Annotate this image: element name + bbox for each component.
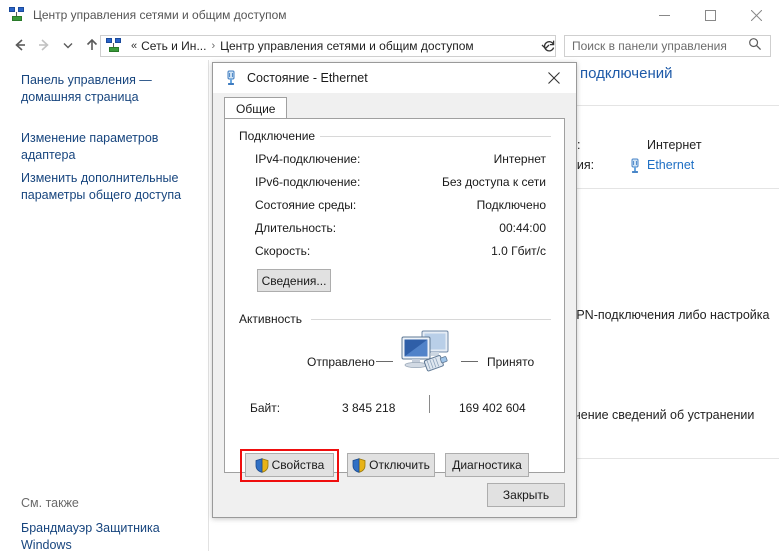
sent-label: Отправлено	[307, 355, 375, 369]
label-duration: Длительность:	[255, 221, 337, 235]
refresh-button[interactable]	[538, 35, 560, 57]
ethernet-icon	[223, 70, 239, 86]
bytes-received-value: 169 402 604	[459, 401, 526, 415]
maximize-button[interactable]	[687, 0, 733, 30]
label-ipv6: IPv6-подключение:	[255, 175, 361, 189]
breadcrumb-separator: ›	[211, 40, 216, 52]
bg-link-ethernet[interactable]: Ethernet	[647, 158, 694, 172]
properties-button[interactable]: Свойства	[245, 453, 334, 477]
search-input[interactable]	[565, 38, 735, 54]
control-panel-window: Центр управления сетями и общим доступом	[0, 0, 779, 551]
sidebar: Панель управления — домашняя страница Из…	[0, 60, 209, 551]
sidebar-item-windows-defender-firewall[interactable]: Брандмауэр Защитника Windows	[21, 520, 191, 551]
minimize-button[interactable]	[641, 0, 687, 30]
bg-divider-middle	[570, 188, 779, 189]
bg-text-troubleshoot: учение сведений об устранении	[568, 408, 755, 422]
breadcrumb-item-current[interactable]: Центр управления сетями и общим доступом	[220, 39, 474, 53]
properties-button-label: Свойства	[271, 458, 325, 472]
connection-group-label: Подключение	[239, 129, 322, 143]
dialog-titlebar: Состояние - Ethernet	[213, 63, 576, 93]
tab-general[interactable]: Общие	[224, 97, 288, 119]
connection-group-line	[320, 136, 551, 137]
dialog-title: Состояние - Ethernet	[247, 71, 368, 85]
disable-button[interactable]: Отключить	[347, 453, 435, 477]
breadcrumb-prefix: «	[131, 40, 138, 52]
diagnose-button[interactable]: Диагностика	[445, 453, 529, 477]
sidebar-item-change-adapter-settings[interactable]: Изменение параметров адаптера	[21, 130, 191, 164]
forward-button[interactable]	[32, 33, 56, 57]
label-ipv4: IPv4-подключение:	[255, 152, 361, 166]
bytes-sent-value: 3 845 218	[342, 401, 396, 415]
activity-group-label: Активность	[239, 312, 309, 326]
network-center-icon	[9, 7, 25, 23]
received-label: Принято	[487, 355, 535, 369]
received-connector-line	[461, 361, 478, 362]
search-box[interactable]	[564, 35, 771, 57]
bg-section-heading: подключений	[580, 65, 673, 82]
uac-shield-icon	[352, 457, 366, 473]
sidebar-item-control-panel-home[interactable]: Панель управления — домашняя страница	[21, 72, 191, 106]
uac-shield-icon	[255, 457, 269, 473]
value-duration: 00:44:00	[499, 221, 546, 235]
ethernet-status-dialog: Состояние - Ethernet Общие Подключение I…	[212, 62, 577, 518]
dialog-tabstrip: Общие	[224, 97, 565, 119]
bg-divider-top	[570, 105, 779, 106]
sidebar-item-advanced-sharing-settings[interactable]: Изменить дополнительные параметры общего…	[21, 170, 191, 204]
network-center-icon	[106, 38, 122, 54]
activity-center-divider	[429, 395, 430, 413]
ethernet-icon	[628, 158, 642, 174]
bg-text-vpn: VPN-подключения либо настройка	[568, 308, 770, 322]
breadcrumb-item-network[interactable]: Сеть и Ин...	[141, 39, 206, 53]
details-button[interactable]: Сведения...	[257, 269, 331, 292]
window-title: Центр управления сетями и общим доступом	[33, 8, 287, 22]
dialog-close-action-button[interactable]: Закрыть	[487, 483, 565, 507]
see-also-label: См. также	[21, 496, 79, 510]
activity-group-line	[311, 319, 551, 320]
bg-divider-bottom	[570, 458, 779, 459]
label-media-state: Состояние среды:	[255, 198, 357, 212]
value-media-state: Подключено	[476, 198, 546, 212]
recent-locations-button[interactable]	[56, 33, 80, 57]
window-controls	[641, 0, 779, 30]
dialog-close-button[interactable]	[532, 63, 576, 93]
label-speed: Скорость:	[255, 244, 311, 258]
value-speed: 1.0 Гбит/с	[491, 244, 546, 258]
address-bar[interactable]: « Сеть и Ин... › Центр управления сетями…	[100, 35, 556, 57]
window-titlebar: Центр управления сетями и общим доступом	[0, 0, 779, 30]
close-button[interactable]	[733, 0, 779, 30]
back-button[interactable]	[8, 33, 32, 57]
bg-value-access-type: Интернет	[647, 138, 702, 152]
value-ipv6: Без доступа к сети	[442, 175, 546, 189]
two-computers-network-icon	[397, 328, 455, 385]
disable-button-label: Отключить	[369, 458, 430, 472]
bytes-label: Байт:	[250, 401, 281, 415]
search-icon	[748, 37, 762, 56]
tab-page-general: Подключение IPv4-подключение: Интернет I…	[224, 118, 565, 482]
sent-connector-line	[376, 361, 393, 362]
value-ipv4: Интернет	[493, 152, 546, 166]
